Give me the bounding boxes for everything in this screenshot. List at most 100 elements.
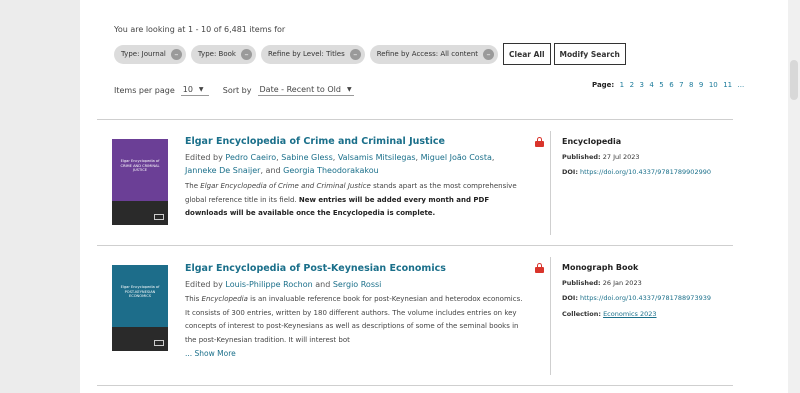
editor-link[interactable]: Valsamis Mitsilegas: [338, 153, 416, 162]
sort-value: Date - Recent to Old: [259, 85, 341, 94]
editor-link[interactable]: Pedro Caeiro: [225, 153, 276, 162]
cover-title: Elgar Encyclopedia of CRIME AND CRIMINAL…: [120, 159, 160, 172]
chevron-down-icon: ▼: [346, 86, 352, 93]
collection: Collection: Economics 2023: [562, 310, 657, 318]
page-link[interactable]: 4: [649, 81, 653, 89]
remove-filter-icon[interactable]: –: [483, 48, 495, 60]
editor-link[interactable]: Louis-Philippe Rochon: [225, 280, 312, 289]
collection-link[interactable]: Economics 2023: [603, 310, 656, 318]
divider: [97, 385, 733, 386]
filter-chip-level: Refine by Level: Titles –: [260, 44, 365, 64]
items-per-page-label: Items per page: [114, 85, 175, 95]
publisher-logo-icon: [154, 214, 164, 220]
result-title-link[interactable]: Elgar Encyclopedia of Crime and Criminal…: [185, 136, 445, 147]
cover-footer: [112, 201, 168, 225]
result-editors: Edited by Louis-Philippe Rochon and Serg…: [185, 278, 515, 291]
abstract-italic: Elgar Encyclopedia of Crime and Criminal…: [200, 182, 371, 190]
book-cover-image[interactable]: Elgar Encyclopedia of CRIME AND CRIMINAL…: [112, 139, 168, 225]
scrollbar-thumb[interactable]: [790, 60, 798, 100]
cover-footer: [112, 327, 168, 351]
result-title-link[interactable]: Elgar Encyclopedia of Post-Keynesian Eco…: [185, 263, 446, 274]
doi: DOI: https://doi.org/10.4337/97817889739…: [562, 294, 711, 302]
chevron-down-icon: ▼: [198, 86, 204, 93]
doi: DOI: https://doi.org/10.4337/97817899029…: [562, 168, 711, 176]
editor-separator: ,: [415, 153, 419, 162]
items-per-page-select[interactable]: 10 ▼: [180, 84, 209, 96]
pagination: Page: 1 2 3 4 5 6 7 8 9 10 11 ...: [592, 81, 744, 89]
divider: [97, 245, 733, 246]
book-cover-image[interactable]: Elgar Encyclopedia of POST-KEYNESIAN ECO…: [112, 265, 168, 351]
doi-label: DOI:: [562, 294, 578, 302]
page-link[interactable]: 10: [709, 81, 718, 89]
items-per-page-value: 10: [182, 85, 193, 94]
page-link[interactable]: 2: [630, 81, 634, 89]
content-type: Monograph Book: [562, 263, 639, 272]
sort-select[interactable]: Date - Recent to Old ▼: [257, 84, 354, 96]
results-controls: Items per page 10 ▼ Sort by Date - Recen…: [114, 84, 354, 96]
abstract-italic: Encyclopedia: [201, 295, 248, 303]
page-link[interactable]: 8: [689, 81, 693, 89]
editor-separator: and: [315, 280, 331, 289]
publisher-logo-icon: [154, 340, 164, 346]
published-date: Published: 26 Jan 2023: [562, 279, 642, 287]
search-results-panel: You are looking at 1 - 10 of 6,481 items…: [80, 0, 788, 393]
published-value: 27 Jul 2023: [602, 153, 640, 161]
remove-filter-icon[interactable]: –: [349, 48, 361, 60]
content-type: Encyclopedia: [562, 137, 622, 146]
editor-separator: ,: [332, 153, 336, 162]
result-editors: Edited by Pedro Caeiro, Sabine Gless, Va…: [185, 151, 515, 177]
page-link[interactable]: 11: [723, 81, 732, 89]
remove-filter-icon[interactable]: –: [170, 48, 182, 60]
results-summary: You are looking at 1 - 10 of 6,481 items…: [114, 25, 286, 34]
editor-link[interactable]: Janneke De Snaijer: [185, 166, 260, 175]
vertical-divider: [550, 131, 551, 235]
editor-link[interactable]: Sabine Gless: [281, 153, 333, 162]
doi-link[interactable]: https://doi.org/10.4337/9781788973939: [580, 294, 711, 302]
published-label: Published:: [562, 153, 601, 161]
divider: [97, 119, 733, 120]
filter-chip-label: Type: Journal: [121, 50, 166, 58]
published-value: 26 Jan 2023: [602, 279, 642, 287]
cover-title: Elgar Encyclopedia of POST-KEYNESIAN ECO…: [120, 285, 160, 298]
edited-by-label: Edited by: [185, 280, 223, 289]
page-link[interactable]: 1: [620, 81, 624, 89]
abstract-text: The: [185, 182, 199, 190]
published-label: Published:: [562, 279, 601, 287]
result-abstract: The Elgar Encyclopedia of Crime and Crim…: [185, 180, 525, 221]
edited-by-label: Edited by: [185, 153, 223, 162]
show-more-link[interactable]: ... Show More: [185, 349, 236, 358]
pagination-label: Page:: [592, 81, 615, 89]
published-date: Published: 27 Jul 2023: [562, 153, 640, 161]
clear-all-button[interactable]: Clear All: [503, 43, 551, 65]
collection-label: Collection:: [562, 310, 601, 318]
pagination-ellipsis: ...: [737, 81, 745, 89]
lock-icon: [535, 263, 544, 273]
modify-search-button[interactable]: Modify Search: [553, 43, 626, 65]
page-link[interactable]: 3: [639, 81, 643, 89]
filter-chip-access: Refine by Access: All content –: [369, 44, 499, 64]
result-abstract: This Encyclopedia is an invaluable refer…: [185, 293, 525, 347]
filter-chip-type-journal: Type: Journal –: [114, 44, 186, 64]
page-link[interactable]: 9: [699, 81, 703, 89]
vertical-divider: [550, 257, 551, 375]
filter-chip-label: Refine by Level: Titles: [267, 50, 345, 58]
active-filters: Type: Journal – Type: Book – Refine by L…: [114, 43, 629, 65]
sort-label: Sort by: [222, 85, 252, 95]
editor-separator: ,: [491, 153, 495, 162]
editor-link[interactable]: Miguel João Costa: [421, 153, 492, 162]
doi-label: DOI:: [562, 168, 578, 176]
editor-link[interactable]: Sergio Rossi: [333, 280, 382, 289]
editor-separator: , and: [260, 166, 281, 175]
filter-chip-label: Refine by Access: All content: [376, 50, 479, 58]
remove-filter-icon[interactable]: –: [240, 48, 252, 60]
editor-separator: ,: [276, 153, 279, 162]
page-link[interactable]: 5: [659, 81, 663, 89]
page-link[interactable]: 6: [669, 81, 673, 89]
lock-icon: [535, 137, 544, 147]
doi-link[interactable]: https://doi.org/10.4337/9781789902990: [580, 168, 711, 176]
editor-link[interactable]: Georgia Theodorakakou: [283, 166, 379, 175]
scrollbar[interactable]: [788, 0, 800, 393]
abstract-text: This: [185, 295, 200, 303]
filter-chip-label: Type: Book: [197, 50, 236, 58]
page-link[interactable]: 7: [679, 81, 683, 89]
